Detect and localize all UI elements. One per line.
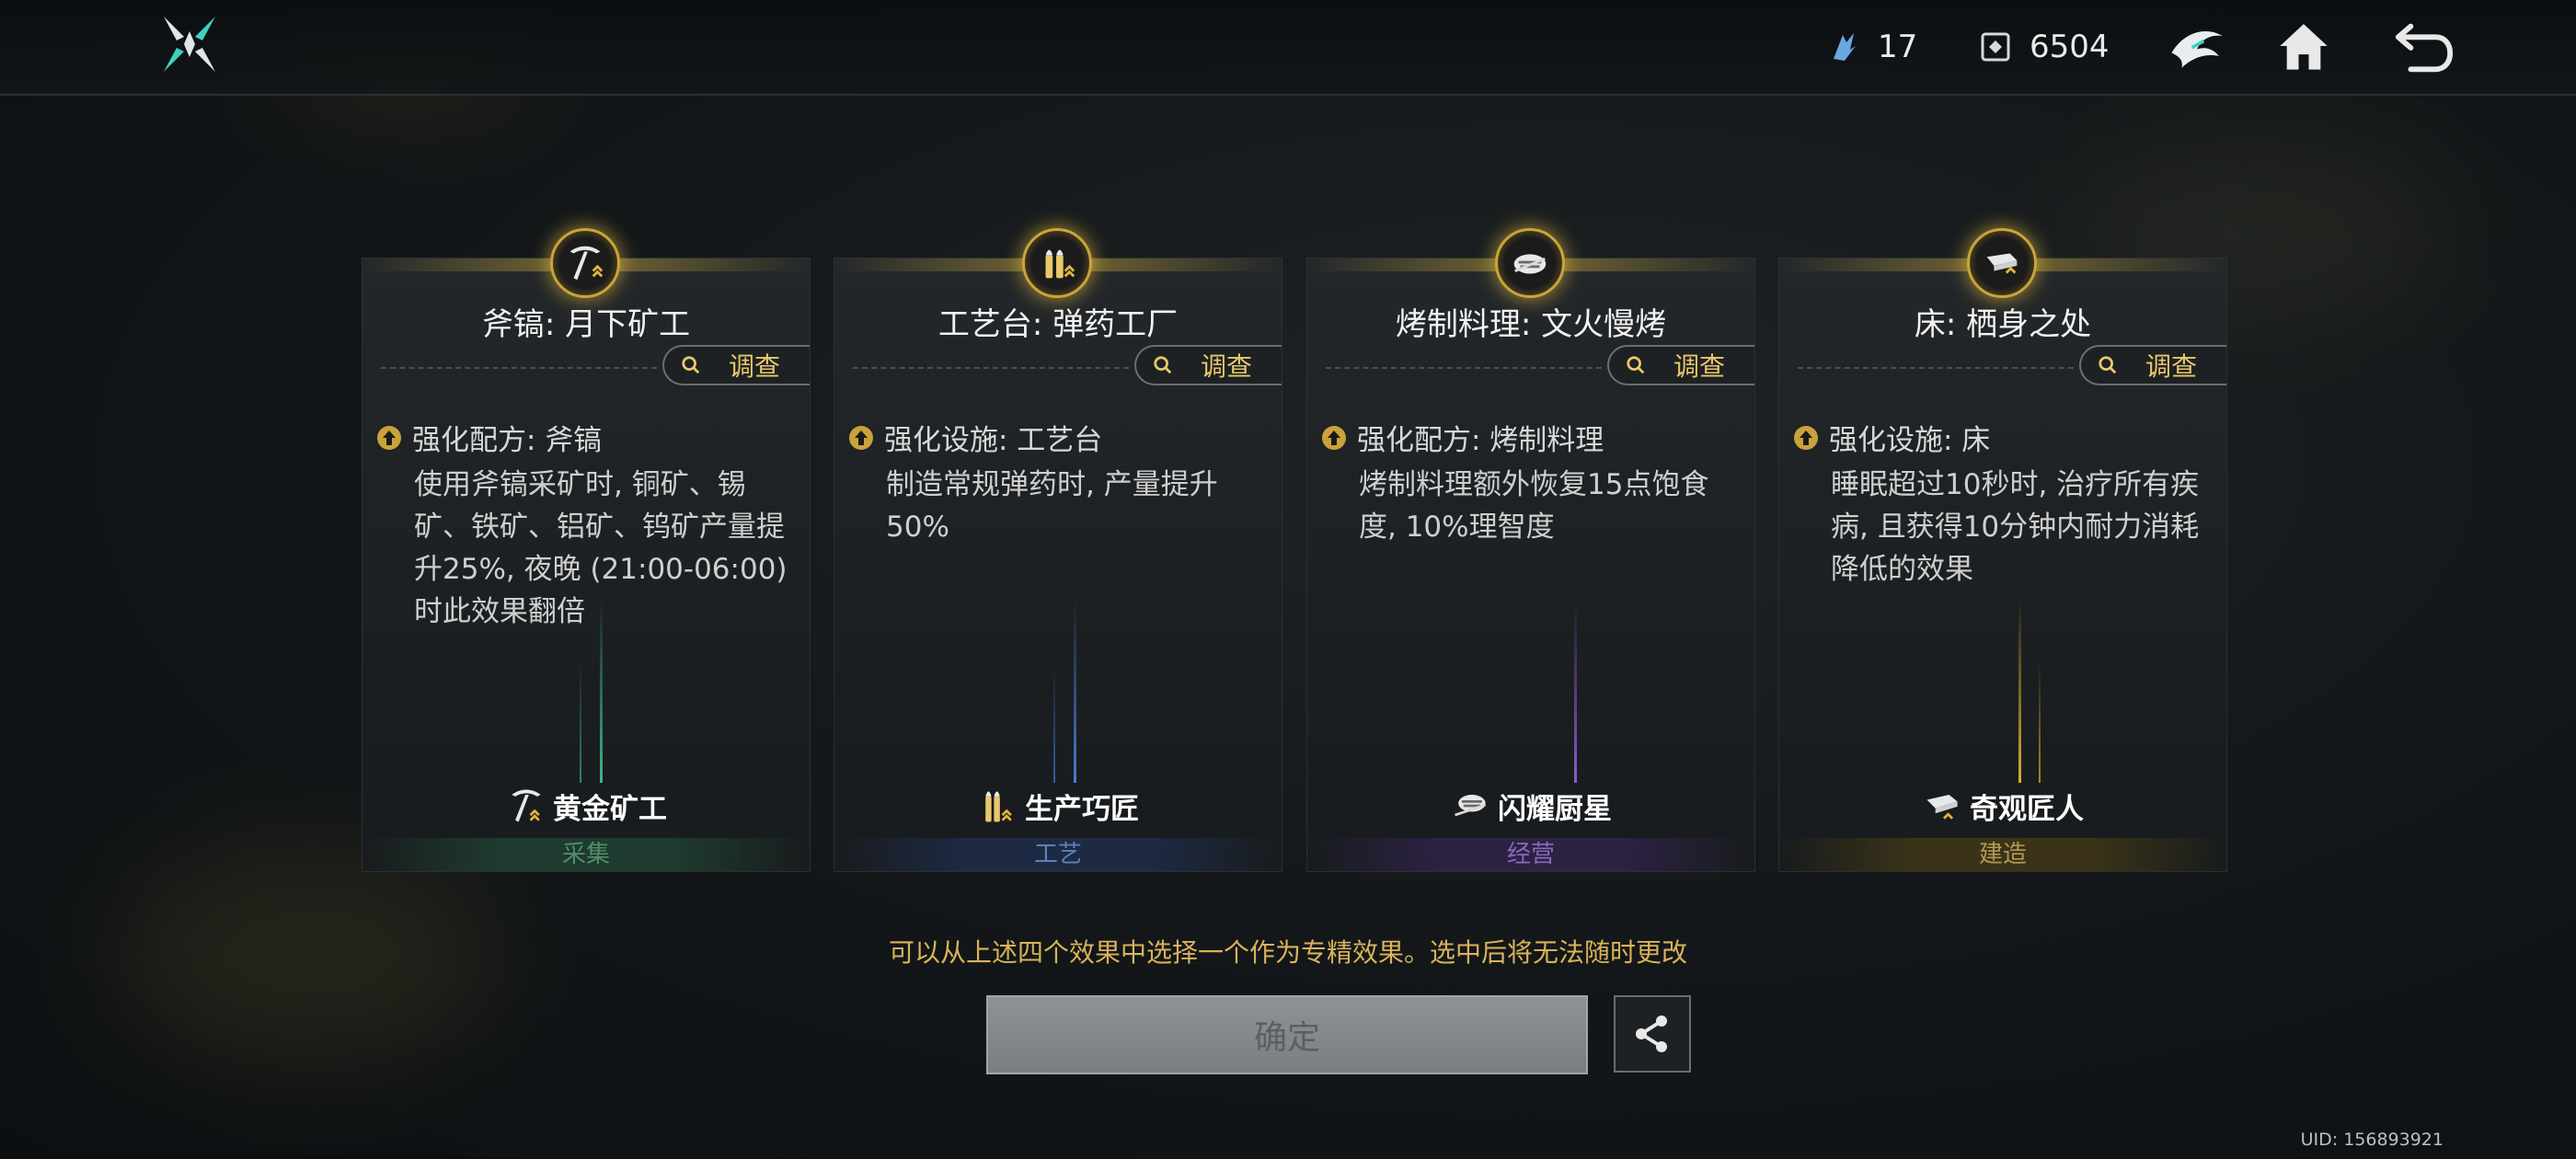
shard-icon — [1834, 33, 1856, 61]
effect-title: 强化设施: 床 — [1829, 424, 1991, 457]
currency-shards-value: 17 — [1878, 29, 1918, 65]
currency-shards[interactable]: 17 — [1826, 20, 1917, 74]
search-icon — [682, 356, 700, 374]
search-icon — [1627, 356, 1645, 374]
category-label: 工艺 — [834, 838, 1282, 871]
title-badge: 闪耀厨星 — [1307, 785, 1754, 827]
guild-emblem-icon[interactable] — [2164, 13, 2230, 79]
back-icon[interactable] — [2390, 13, 2456, 79]
badge-label: 闪耀厨星 — [1498, 792, 1612, 826]
coin-icon — [1981, 32, 2010, 62]
category-label: 经营 — [1307, 838, 1754, 871]
inspect-button[interactable]: 调查 — [2079, 345, 2226, 385]
pickaxe-icon — [512, 789, 541, 822]
divider — [381, 367, 657, 369]
badge-label: 黄金矿工 — [553, 792, 667, 826]
upgrade-arrow-icon — [849, 425, 873, 450]
divider — [853, 367, 1129, 369]
effect-block: 强化配方: 斧镐 使用斧镐采矿时, 铜矿、锡矿、铁矿、铝矿、钨矿产量提升25%,… — [375, 417, 799, 633]
user-id: UID: 156893921 — [2300, 1130, 2444, 1150]
share-icon — [1636, 1016, 1667, 1052]
title-badge: 生产巧匠 — [834, 785, 1282, 827]
upgrade-arrow-icon — [377, 425, 401, 450]
card-title: 工艺台: 弹药工厂 — [937, 306, 1179, 343]
search-icon — [2099, 356, 2117, 374]
card-title: 床: 栖身之处 — [1914, 306, 2092, 343]
title-badge: 奇观匠人 — [1779, 785, 2226, 827]
selection-notice: 可以从上述四个效果中选择一个作为专精效果。选中后将无法随时更改 — [888, 937, 1687, 968]
specialty-card-mining[interactable]: 斧镐: 月下矿工 调查 强化配方: 斧镐 使用斧镐采矿时, 铜矿、锡矿、铁矿、铝… — [362, 258, 811, 872]
effect-block: 强化设施: 工艺台 制造常规弹药时, 产量提升50% — [847, 417, 1271, 548]
inspect-label: 调查 — [1673, 351, 1726, 382]
bed-icon — [1926, 795, 1958, 820]
effect-description: 使用斧镐采矿时, 铜矿、锡矿、铁矿、铝矿、钨矿产量提升25%, 夜晚 (21:0… — [414, 468, 788, 628]
confirm-button[interactable]: 确定 — [986, 995, 1588, 1074]
title-badge: 黄金矿工 — [362, 785, 810, 827]
specialty-card-cooking[interactable]: 烤制料理: 文火慢烤 调查 强化配方: 烤制料理 烤制料理额外恢复15点饱食度,… — [1306, 258, 1755, 872]
divider — [1326, 367, 1602, 369]
inspect-button[interactable]: 调查 — [662, 345, 810, 385]
bullets-icon — [985, 791, 1012, 822]
inspect-button[interactable]: 调查 — [1607, 345, 1754, 385]
grill-icon — [1495, 228, 1565, 298]
effect-description: 睡眠超过10秒时, 治疗所有疾病, 且获得10分钟内耐力消耗降低的效果 — [1831, 468, 2200, 586]
badge-label: 生产巧匠 — [1025, 792, 1139, 826]
specialty-card-crafting[interactable]: 工艺台: 弹药工厂 调查 强化设施: 工艺台 制造常规弹药时, 产量提升50% … — [834, 258, 1282, 872]
effect-description: 烤制料理额外恢复15点饱食度, 10%理智度 — [1359, 468, 1709, 544]
home-icon[interactable] — [2271, 13, 2337, 79]
light-beam — [2018, 599, 2021, 783]
upgrade-arrow-icon — [1794, 425, 1818, 450]
inspect-label: 调查 — [2145, 351, 2198, 382]
inspect-label: 调查 — [729, 351, 781, 382]
effect-title: 强化设施: 工艺台 — [884, 424, 1103, 457]
bed-icon — [1967, 228, 2037, 298]
light-beam — [1053, 663, 1055, 783]
share-button[interactable] — [1614, 995, 1691, 1073]
effect-block: 强化配方: 烤制料理 烤制料理额外恢复15点饱食度, 10%理智度 — [1320, 417, 1743, 548]
effect-block: 强化设施: 床 睡眠超过10秒时, 治疗所有疾病, 且获得10分钟内耐力消耗降低… — [1792, 417, 2215, 591]
light-beam — [600, 599, 603, 783]
light-beam — [1574, 599, 1577, 783]
grill-icon — [1455, 795, 1487, 817]
search-icon — [1154, 356, 1172, 374]
light-beam — [580, 663, 581, 783]
game-logo-icon[interactable] — [158, 13, 221, 75]
category-label: 建造 — [1779, 838, 2226, 871]
top-bar: 17 6504 — [0, 0, 2576, 96]
category-label: 采集 — [362, 838, 810, 871]
confirm-label: 确定 — [1253, 1019, 1320, 1057]
inspect-button[interactable]: 调查 — [1134, 345, 1282, 385]
light-beam — [1074, 599, 1076, 783]
divider — [1798, 367, 2074, 369]
light-beam — [2039, 663, 2041, 783]
specialty-card-building[interactable]: 床: 栖身之处 调查 强化设施: 床 睡眠超过10秒时, 治疗所有疾病, 且获得… — [1778, 258, 2227, 872]
pickaxe-icon — [550, 228, 620, 298]
bullets-icon — [1022, 228, 1092, 298]
upgrade-arrow-icon — [1322, 425, 1346, 450]
currency-coins-value: 6504 — [2030, 29, 2110, 65]
badge-label: 奇观匠人 — [1970, 792, 2084, 826]
card-title: 斧镐: 月下矿工 — [481, 306, 691, 343]
card-title: 烤制料理: 文火慢烤 — [1395, 306, 1667, 343]
effect-title: 强化配方: 烤制料理 — [1357, 424, 1604, 457]
inspect-label: 调查 — [1201, 351, 1253, 382]
currency-coins[interactable]: 6504 — [1978, 20, 2110, 74]
effect-title: 强化配方: 斧镐 — [412, 424, 603, 457]
effect-description: 制造常规弹药时, 产量提升50% — [886, 468, 1218, 544]
